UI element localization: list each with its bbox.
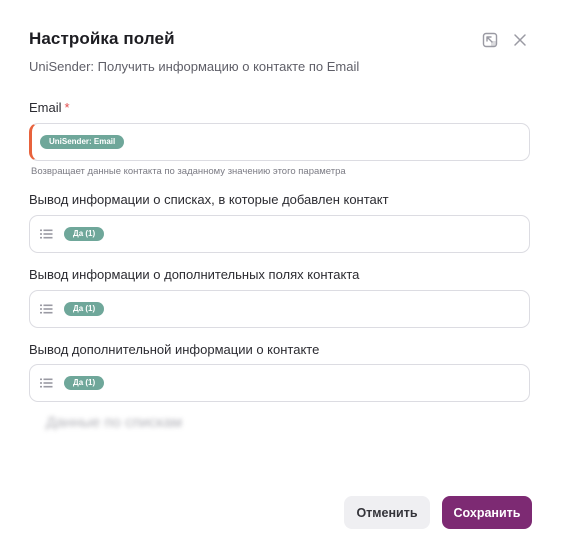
extra-info-label: Вывод дополнительной информации о контак… <box>29 342 320 357</box>
close-icon[interactable] <box>510 30 530 50</box>
extra-info-select[interactable]: Да (1) <box>29 364 530 402</box>
expand-icon[interactable] <box>480 30 500 50</box>
extra-fields-select[interactable]: Да (1) <box>29 290 530 328</box>
extra-info-value-chip[interactable]: Да (1) <box>64 376 105 390</box>
cancel-button[interactable]: Отменить <box>344 496 430 529</box>
save-button[interactable]: Сохранить <box>442 496 532 529</box>
email-field-label: Email * <box>29 100 70 115</box>
email-label-text: Email <box>29 100 62 115</box>
dialog-title: Настройка полей <box>29 29 175 48</box>
extra-fields-label: Вывод информации о дополнительных полях … <box>29 267 360 282</box>
field-settings-dialog: Настройка полей UniSender: Получить инфо… <box>0 0 561 556</box>
extra-fields-value-chip[interactable]: Да (1) <box>64 302 105 316</box>
dialog-subtitle: UniSender: Получить информацию о контакт… <box>29 59 360 74</box>
required-mark: * <box>64 100 70 115</box>
list-icon <box>40 228 54 240</box>
blurred-section-title: Данные по спискам <box>46 414 183 431</box>
lists-select[interactable]: Да (1) <box>29 215 530 253</box>
email-variable-chip[interactable]: UniSender: Email <box>40 135 125 149</box>
list-icon <box>40 303 54 315</box>
lists-value-chip[interactable]: Да (1) <box>64 227 105 241</box>
email-field-hint: Возвращает данные контакта по заданному … <box>31 166 346 177</box>
lists-field-label: Вывод информации о списках, в которые до… <box>29 192 389 207</box>
email-field[interactable]: UniSender: Email <box>29 123 530 161</box>
list-icon <box>40 377 54 389</box>
header-actions <box>480 30 530 50</box>
